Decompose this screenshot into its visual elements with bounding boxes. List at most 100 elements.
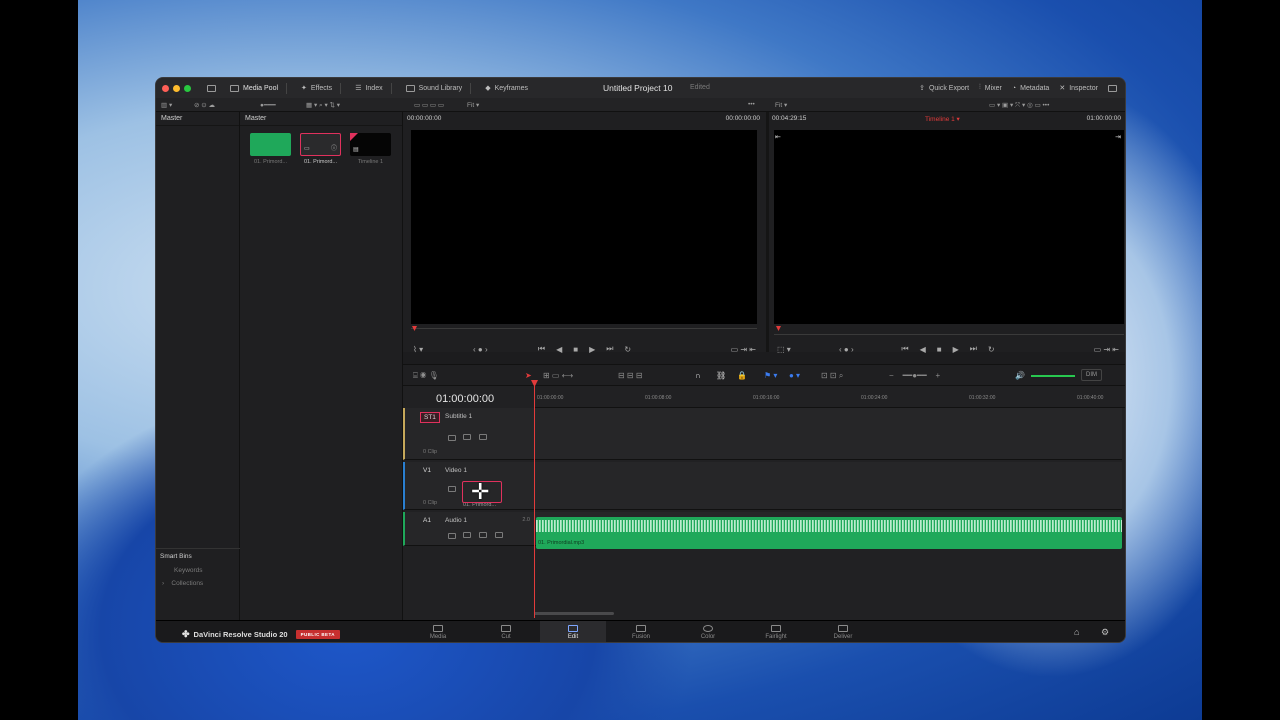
media-page-icon [433,625,443,632]
go-to-end-icon[interactable]: ⏭ [606,344,613,354]
edit-mode-icons[interactable]: ⊟ ⊟ ⊟ [618,371,643,380]
video-lane[interactable] [534,462,1122,510]
audio-waveform-toggle-icon[interactable]: ⌇ ▾ [413,345,423,354]
lock-track-icon[interactable] [448,486,456,492]
collections-bin[interactable]: › Collections [156,577,240,590]
clip-thumb-audio[interactable]: 01. Primord... [250,133,291,165]
expand-icon[interactable] [1108,84,1117,92]
bin-list-icon[interactable]: ⊘ ⊙ ☁ [194,101,215,109]
monitor-icon[interactable] [207,84,216,92]
go-to-start-icon[interactable]: ⏮ [538,344,545,354]
close-window-button[interactable] [162,84,169,92]
media-pool-label: Media Pool [243,84,279,92]
timeline-clip-controls-icon[interactable]: ▭ ⇥ ⇤ [1094,345,1119,354]
flag-icon[interactable]: ⚑ ▾ [764,371,777,380]
mixer-tab[interactable]: ⫶ Mixer [979,84,1002,92]
effects-tab[interactable]: ✦ Effects [301,84,332,93]
inspector-label: Inspector [1069,84,1098,92]
volume-icon[interactable]: 🔊 [1015,371,1025,380]
bin-master-left[interactable]: Master [156,112,239,126]
go-to-end-icon-2[interactable]: ⏭ [970,344,977,354]
track-header-subtitle[interactable]: ST1 Subtitle 1 0 Clip [403,408,534,460]
lock-track-icon[interactable] [448,533,456,539]
selection-tool-icon[interactable]: ➤ [525,371,532,380]
jog-icon[interactable]: ‹ ● › [473,345,488,354]
keyframes-tab[interactable]: ◆ Keyframes [485,84,528,93]
source-viewer-screen[interactable] [411,130,757,324]
source-clip-controls-icon[interactable]: ▭ ⇥ ⇤ [731,345,756,354]
metadata-tab[interactable]: ◔ Metadata [1012,85,1049,92]
play-icon-2[interactable]: ▶ [953,345,959,354]
stop-icon[interactable]: ■ [573,345,578,354]
media-pool-panel: Master 01. Primord... ▭ ⓘ 01. Primord...… [240,112,403,620]
page-tab-edit[interactable]: Edit [540,621,606,642]
source-options-icon[interactable]: ••• [748,101,755,108]
zoom-options-icon[interactable]: ⊡ ⊡ ⌕ [821,371,843,381]
inspector-tab[interactable]: ✕ Inspector [1059,84,1098,93]
page-tab-color[interactable]: Color [675,621,741,642]
snapping-icon[interactable]: ∩ [695,371,701,380]
solo-icon[interactable] [479,532,487,538]
lock-track-icon[interactable] [448,435,456,441]
enable-track-icon[interactable] [463,532,471,538]
ruler-tick: 01:00:08:00 [645,395,672,401]
stop-icon-2[interactable]: ■ [937,345,942,354]
page-tab-deliver[interactable]: Deliver [810,621,876,642]
timeline-horizontal-scrollbar[interactable] [534,612,614,615]
sidebar-toggle-icon[interactable]: ▥ ▾ [161,101,172,109]
enable-track-icon[interactable] [463,434,471,440]
volume-slider[interactable] [1031,375,1075,377]
timeline-playhead[interactable] [534,383,535,618]
loop-icon-2[interactable]: ↻ [988,345,995,354]
track-header-audio[interactable]: A1 Audio 1 2.0 [403,512,534,546]
timeline-name-dropdown[interactable]: Timeline 1 ▾ [925,115,960,123]
loop-icon[interactable]: ↻ [624,345,631,354]
grid-view-icon[interactable]: ▦ ▾ ⌕ ▾ ⇅ ▾ [306,101,340,110]
lock-icon[interactable]: 🔒 [737,371,747,380]
play-reverse-icon[interactable]: ◀ [556,345,562,354]
timeline-viewer-screen[interactable] [774,130,1124,324]
zoom-slider[interactable]: − ━━●━━ + [889,371,940,380]
page-tab-cut[interactable]: Cut [473,621,539,642]
index-tab[interactable]: ☰ Index [355,84,382,93]
trim-tool-icon[interactable]: ⊞ ▭ ⟷ [543,371,573,380]
play-icon[interactable]: ▶ [589,345,595,354]
page-tab-fairlight[interactable]: Fairlight [743,621,809,642]
home-icon[interactable]: ⌂ [1074,627,1079,637]
source-fit-dropdown[interactable]: Fit ▾ [467,101,479,109]
settings-gear-icon[interactable]: ⚙ [1101,627,1109,638]
ruler-tick: 01:00:24:00 [861,395,888,401]
timeline-fit-dropdown[interactable]: Fit ▾ [775,101,787,109]
transform-icon[interactable]: ⬚ ▾ [777,345,791,354]
linked-selection-icon[interactable]: ⛓ [716,371,726,380]
source-scrubber[interactable] [411,328,757,329]
clip-thumb-timeline[interactable]: ▤ Timeline 1 [350,133,391,165]
audio-clip[interactable]: 01. Primordial.mp3 [536,517,1122,549]
media-pool-tab[interactable]: Media Pool [230,84,279,92]
sound-library-tab[interactable]: Sound Library [405,84,462,92]
viewer-tools-icon[interactable]: ▭ ▾ ▣ ▾ ⤧ ▾ ◎ ▭ ••• [989,101,1049,110]
play-reverse-icon-2[interactable]: ◀ [920,345,926,354]
page-tab-media[interactable]: Media [405,621,471,642]
page-tab-label: Edit [567,634,579,640]
viewer-layout-icon[interactable]: ▭ ▭ ▭ ▭ [414,101,444,109]
quick-export-button[interactable]: ⇪ Quick Export [919,84,969,93]
page-tab-fusion[interactable]: Fusion [608,621,674,642]
subtitle-lane[interactable] [534,408,1122,460]
timeline-scrubber[interactable] [774,334,1124,335]
go-to-start-icon-2[interactable]: ⏮ [901,344,908,354]
clip-thumb-selected[interactable]: ▭ ⓘ 01. Primord... [300,133,341,165]
zoom-window-button[interactable] [184,84,191,92]
marker-icon[interactable]: ● ▾ [789,371,800,380]
captions-icon[interactable] [479,434,487,440]
dim-button[interactable]: DIM [1081,369,1102,381]
minimize-window-button[interactable] [173,84,180,92]
keywords-bin[interactable]: Keywords [156,564,240,577]
mute-icon[interactable] [495,532,503,538]
thumbnail-size-slider[interactable]: ●━━━ [260,101,276,109]
timeline-playhead-icon[interactable] [776,326,781,331]
jog-icon-2[interactable]: ‹ ● › [839,345,854,354]
timeline-view-options-icon[interactable]: ⌸ ◉ 🎙 [413,371,439,381]
move-cursor-icon: ✛ [471,479,490,504]
timeline-ruler[interactable]: 01:00:00:00 01:00:08:00 01:00:16:00 01:0… [534,386,1125,408]
